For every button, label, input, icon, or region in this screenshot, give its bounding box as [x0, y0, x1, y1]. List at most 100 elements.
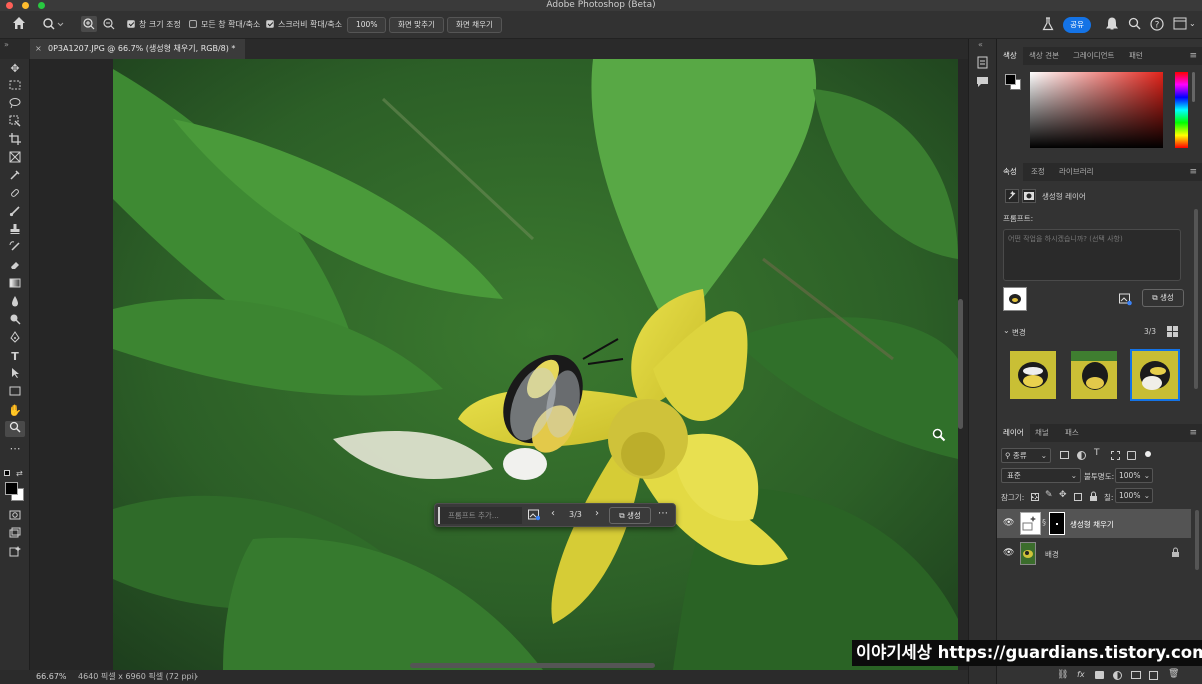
default-colors-icon[interactable]	[4, 470, 10, 476]
blur-tool-icon[interactable]	[5, 295, 25, 311]
visibility-eye-icon[interactable]: 👁	[1003, 548, 1014, 558]
lock-all-icon[interactable]	[1089, 491, 1098, 504]
lock-artboard-icon[interactable]	[1074, 493, 1082, 501]
close-window-button[interactable]	[6, 2, 13, 9]
taskbar-generate-button[interactable]: ⧉ 생성	[609, 507, 651, 524]
tab-patterns[interactable]: 패턴	[1123, 47, 1149, 65]
prompt-textarea[interactable]: 어떤 작업을 하시겠습니까? (선택 사항)	[1003, 229, 1181, 281]
layer-row-generative-fill[interactable]: 👁 § 생성형 채우기	[997, 509, 1191, 538]
status-menu-arrow-icon[interactable]: ›	[195, 670, 198, 684]
scrubby-zoom-checkbox[interactable]: 스크러비 확대/축소	[266, 17, 342, 33]
lock-pixels-icon[interactable]: ✎	[1045, 490, 1053, 500]
add-layer-style-icon[interactable]: fx	[1077, 670, 1085, 679]
collapse-panels-icon[interactable]: «	[978, 40, 983, 49]
taskbar-prompt-input[interactable]: 프롬프트 추가...	[438, 507, 522, 524]
properties-scrollbar[interactable]	[1194, 209, 1198, 389]
zoom-all-windows-checkbox[interactable]: 모든 창 확대/축소	[189, 17, 260, 33]
beaker-icon[interactable]	[1042, 17, 1054, 33]
fill-screen-button[interactable]: 화면 채우기	[447, 17, 502, 33]
properties-panel-menu-icon[interactable]: ≡	[1189, 163, 1197, 181]
layer-mask-thumbnail[interactable]	[1049, 512, 1065, 535]
foreground-color-swatch[interactable]	[5, 482, 18, 495]
move-tool-icon[interactable]: ✥	[5, 61, 25, 77]
layers-scrollbar[interactable]	[1195, 510, 1199, 570]
color-panel-scrollbar[interactable]	[1192, 72, 1195, 102]
resize-windows-checkbox[interactable]: 창 크기 조정	[127, 17, 181, 33]
history-brush-tool-icon[interactable]	[5, 241, 25, 257]
filter-pixel-icon[interactable]	[1060, 451, 1069, 459]
tab-adjustments[interactable]: 조정	[1025, 163, 1051, 181]
color-picker-field[interactable]	[1030, 72, 1163, 148]
variation-thumbnail-2[interactable]	[1071, 351, 1117, 399]
share-button[interactable]: 공유	[1063, 17, 1091, 33]
eraser-tool-icon[interactable]	[5, 259, 25, 275]
workspace-icon[interactable]	[1173, 17, 1187, 32]
tab-swatches[interactable]: 색상 견본	[1023, 47, 1065, 65]
new-group-icon[interactable]	[1131, 671, 1141, 679]
document-image[interactable]	[113, 59, 958, 670]
more-options-icon[interactable]: ⋯	[658, 508, 668, 519]
zoom-100-button[interactable]: 100%	[347, 17, 387, 33]
more-tools-icon[interactable]: ⋯	[5, 441, 25, 457]
zoom-out-icon[interactable]	[101, 16, 117, 34]
filter-type-icon[interactable]: T	[1094, 448, 1100, 458]
dodge-tool-icon[interactable]	[5, 313, 25, 329]
properties-generate-button[interactable]: ⧉ 생성	[1142, 289, 1184, 307]
comments-icon[interactable]	[976, 76, 989, 91]
quick-mask-icon[interactable]	[5, 509, 25, 525]
clone-stamp-tool-icon[interactable]	[5, 223, 25, 239]
notifications-bell-icon[interactable]	[1106, 17, 1118, 33]
type-tool-icon[interactable]: T	[5, 349, 25, 365]
tab-gradients[interactable]: 그레이디언트	[1067, 47, 1120, 65]
tab-libraries[interactable]: 라이브러리	[1053, 163, 1100, 181]
dropdown-chevron-icon[interactable]: ⌄	[1189, 19, 1196, 28]
layer-name[interactable]: 배경	[1045, 549, 1059, 560]
layer-lock-icon[interactable]	[1171, 547, 1180, 560]
screen-mode-icon[interactable]	[5, 527, 25, 543]
tab-channels[interactable]: 채널	[1029, 424, 1055, 442]
filter-shape-icon[interactable]	[1111, 451, 1120, 460]
next-variation-icon[interactable]: ›	[595, 508, 599, 519]
search-icon[interactable]	[1128, 17, 1141, 32]
add-mask-icon[interactable]	[1095, 671, 1104, 679]
variation-thumbnail-1[interactable]	[1010, 351, 1056, 399]
lock-position-icon[interactable]: ✥	[1059, 490, 1067, 500]
link-layers-icon[interactable]: ⛓	[1057, 670, 1068, 680]
color-panel-menu-icon[interactable]: ≡	[1189, 47, 1197, 65]
eyedropper-tool-icon[interactable]	[5, 169, 25, 185]
generative-fill-tool-icon[interactable]	[5, 545, 25, 561]
hue-slider[interactable]	[1175, 72, 1188, 148]
link-chain-icon[interactable]: §	[1042, 518, 1046, 527]
previous-variation-icon[interactable]: ‹	[551, 508, 555, 519]
hand-tool-icon[interactable]: ✋	[5, 403, 25, 419]
reference-image-icon[interactable]	[528, 509, 541, 523]
opacity-input[interactable]: 100% ⌄	[1115, 468, 1153, 483]
reference-image-thumbnail[interactable]	[1003, 287, 1027, 311]
add-reference-icon[interactable]	[1119, 293, 1132, 308]
blend-mode-dropdown[interactable]: 표준 ⌄	[1001, 468, 1081, 483]
horizontal-scrollbar[interactable]	[410, 663, 655, 668]
layer-row-background[interactable]: 👁 배경	[997, 539, 1191, 568]
expand-panels-icon[interactable]: »	[4, 40, 9, 49]
lock-transparent-icon[interactable]	[1031, 493, 1039, 501]
zoom-tool-preset-icon[interactable]	[42, 17, 64, 33]
maximize-window-button[interactable]	[38, 2, 45, 9]
filter-smart-object-icon[interactable]	[1127, 451, 1136, 460]
close-tab-icon[interactable]: ×	[35, 39, 42, 59]
zoom-level[interactable]: 66.67%	[36, 670, 67, 684]
variations-chevron-icon[interactable]: ⌄	[1003, 326, 1010, 335]
gradient-tool-icon[interactable]	[5, 277, 25, 293]
history-icon[interactable]	[976, 56, 989, 71]
path-selection-tool-icon[interactable]	[5, 367, 25, 383]
zoom-in-icon[interactable]	[81, 16, 97, 32]
brush-tool-icon[interactable]	[5, 205, 25, 221]
help-icon[interactable]: ?	[1150, 17, 1164, 33]
fill-input[interactable]: 100% ⌄	[1115, 488, 1153, 503]
new-layer-icon[interactable]	[1149, 671, 1158, 680]
tab-properties[interactable]: 속성	[997, 163, 1023, 181]
marquee-tool-icon[interactable]	[5, 79, 25, 95]
object-selection-tool-icon[interactable]	[5, 115, 25, 131]
minimize-window-button[interactable]	[22, 2, 29, 9]
filter-adjustment-icon[interactable]	[1077, 451, 1086, 460]
canvas-area[interactable]: 프롬프트 추가... ‹ 3/3 › ⧉ 생성 ⋯	[30, 59, 968, 670]
